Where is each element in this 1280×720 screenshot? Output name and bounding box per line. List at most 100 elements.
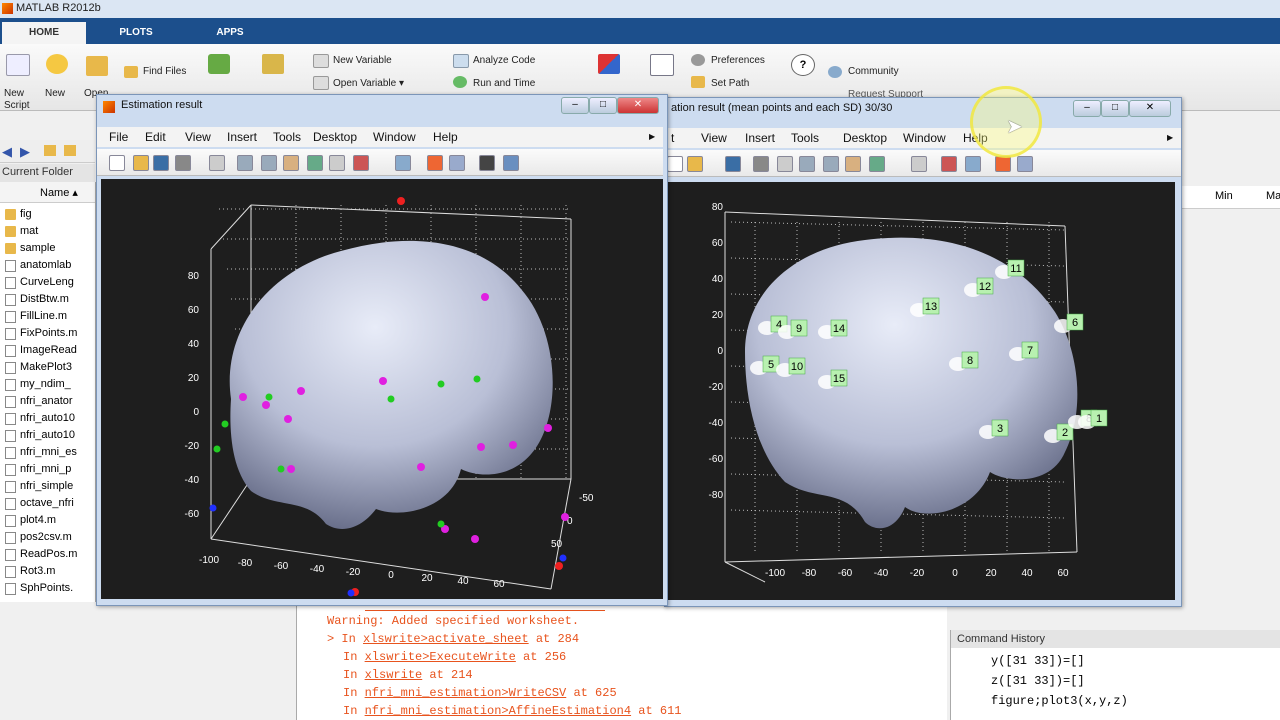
back-arrow-icon[interactable]: ◀ (2, 144, 12, 160)
help-question-icon[interactable]: ? (791, 54, 815, 76)
forward-arrow-icon[interactable]: ▶ (20, 144, 30, 160)
menu-view[interactable]: View (701, 131, 727, 145)
file-list-item[interactable]: nfri_mni_es (5, 444, 77, 461)
file-list-item[interactable]: sample (5, 240, 55, 257)
figure1-close-button[interactable]: ✕ (617, 97, 659, 114)
file-list-item[interactable]: nfri_auto10 (5, 410, 75, 427)
tab-plots[interactable]: PLOTS (92, 22, 180, 44)
stack-trace-link[interactable]: nfri_mni_estimation>WriteCSV (365, 686, 567, 700)
file-list-item[interactable]: anatomlab (5, 257, 71, 274)
file-list-item[interactable]: FillLine.m (5, 308, 67, 325)
menu-tools[interactable]: Tools (273, 130, 301, 144)
command-window[interactable]: Warning: Added specified worksheet. > In … (296, 602, 947, 720)
zoom-out-icon[interactable] (823, 156, 839, 172)
zoom-in-icon[interactable] (237, 155, 253, 171)
import-data-icon[interactable] (208, 54, 230, 74)
menu-window[interactable]: Window (903, 131, 946, 145)
menubar-dock-arrow-icon[interactable]: ▶ (1167, 133, 1173, 142)
file-list-item[interactable]: nfri_anator (5, 393, 73, 410)
figure1-maximize-button[interactable]: □ (589, 97, 617, 114)
history-entry[interactable]: figure;plot3(x,y,z) (991, 694, 1128, 708)
menu-tools[interactable]: Tools (791, 131, 819, 145)
file-list-item[interactable]: ReadPos.m (5, 546, 77, 563)
analyze-code-button[interactable]: Analyze Code (473, 55, 535, 66)
menu-help[interactable]: Help (433, 130, 458, 144)
file-list-item[interactable]: fig (5, 206, 32, 223)
menu-desktop[interactable]: Desktop (313, 130, 357, 144)
file-list-item[interactable]: DistBtw.m (5, 291, 69, 308)
file-list-item[interactable]: ImageRead (5, 342, 77, 359)
legend-icon[interactable] (1017, 156, 1033, 172)
open-file-icon[interactable] (133, 155, 149, 171)
preferences-button[interactable]: Preferences (711, 55, 765, 66)
figure-window-estimation-result[interactable]: Estimation result – □ ✕ File Edit View Inse… (96, 94, 668, 606)
menu-edit[interactable]: Edit (145, 130, 166, 144)
history-entry[interactable]: y([31 33])=[] (991, 654, 1085, 668)
edit-plot-arrow-icon[interactable] (777, 156, 793, 172)
name-column-header[interactable]: Name ▴ (40, 186, 78, 199)
print-icon[interactable] (175, 155, 191, 171)
file-list-item[interactable]: nfri_simple (5, 478, 73, 495)
brush-icon[interactable] (353, 155, 369, 171)
menu-t[interactable]: t (671, 131, 674, 145)
file-list-item[interactable]: Rot3.m (5, 563, 55, 580)
figure2-maximize-button[interactable]: □ (1101, 100, 1129, 117)
rotate-3d-icon[interactable] (869, 156, 885, 172)
pan-hand-icon[interactable] (283, 155, 299, 171)
link-plot-icon[interactable] (395, 155, 411, 171)
legend-icon[interactable] (449, 155, 465, 171)
save-workspace-icon[interactable] (262, 54, 284, 74)
new-figure-icon[interactable] (109, 155, 125, 171)
open-variable-button[interactable]: Open Variable ▾ (333, 78, 404, 89)
new-script-icon[interactable] (6, 54, 30, 76)
data-cursor-icon[interactable] (911, 156, 927, 172)
menu-insert[interactable]: Insert (745, 131, 775, 145)
open-folder-icon[interactable] (86, 56, 108, 76)
figure1-axes[interactable]: 80 60 40 20 0 -20 -40 -60 -100 -80 -60 -40 -20 0 20 40 6… (101, 179, 663, 599)
stack-trace-link[interactable]: xlswrite (365, 668, 423, 682)
menu-desktop[interactable]: Desktop (843, 131, 887, 145)
up-folder-icon[interactable] (44, 145, 56, 156)
community-link[interactable]: Community (848, 66, 899, 77)
hide-plot-tools-icon[interactable] (479, 155, 495, 171)
link-plot-icon[interactable] (965, 156, 981, 172)
file-list-item[interactable]: nfri_mni_p (5, 461, 71, 478)
find-files-button[interactable]: Find Files (143, 66, 186, 77)
figure2-axes[interactable]: 80 60 40 20 0 -20 -40 -60 -80 -100 -80 -60 -40 -20 0 20… (665, 182, 1175, 600)
new-figure-icon[interactable] (667, 156, 683, 172)
file-list-item[interactable]: FixPoints.m (5, 325, 77, 342)
file-list-item[interactable]: SphPoints. (5, 580, 73, 597)
data-cursor-icon[interactable] (329, 155, 345, 171)
menu-window[interactable]: Window (373, 130, 416, 144)
history-entry[interactable]: z([31 33])=[] (991, 674, 1085, 688)
simulink-icon[interactable] (598, 54, 620, 74)
open-file-icon[interactable] (687, 156, 703, 172)
tab-home[interactable]: HOME (2, 22, 86, 44)
new-button[interactable]: New (45, 88, 65, 99)
file-list-item[interactable]: my_ndim_ (5, 376, 71, 393)
brush-icon[interactable] (941, 156, 957, 172)
layout-icon[interactable] (650, 54, 674, 76)
stack-trace-link[interactable]: xlswrite>activate_sheet (363, 632, 529, 646)
run-and-time-button[interactable]: Run and Time (473, 78, 535, 89)
file-list-item[interactable]: MakePlot3 (5, 359, 72, 376)
file-list-item[interactable]: nfri_auto10 (5, 427, 75, 444)
colorbar-icon[interactable] (427, 155, 443, 171)
edit-plot-arrow-icon[interactable] (209, 155, 225, 171)
figure2-close-button[interactable]: ✕ (1129, 100, 1171, 117)
zoom-in-icon[interactable] (799, 156, 815, 172)
file-list-item[interactable]: CurveLeng (5, 274, 74, 291)
browse-folder-icon[interactable] (64, 145, 76, 156)
file-list-item[interactable]: mat (5, 223, 38, 240)
pan-hand-icon[interactable] (845, 156, 861, 172)
file-list-item[interactable]: pos2csv.m (5, 529, 72, 546)
stack-trace-link[interactable]: nfri_mni_estimation>AffineEstimation4 (365, 704, 631, 718)
save-figure-icon[interactable] (153, 155, 169, 171)
new-script-button[interactable]: New (4, 88, 24, 99)
figure2-minimize-button[interactable]: – (1073, 100, 1101, 117)
colorbar-icon[interactable] (995, 156, 1011, 172)
menubar-dock-arrow-icon[interactable]: ▶ (649, 132, 655, 141)
set-path-button[interactable]: Set Path (711, 78, 749, 89)
save-figure-icon[interactable] (725, 156, 741, 172)
menu-insert[interactable]: Insert (227, 130, 257, 144)
